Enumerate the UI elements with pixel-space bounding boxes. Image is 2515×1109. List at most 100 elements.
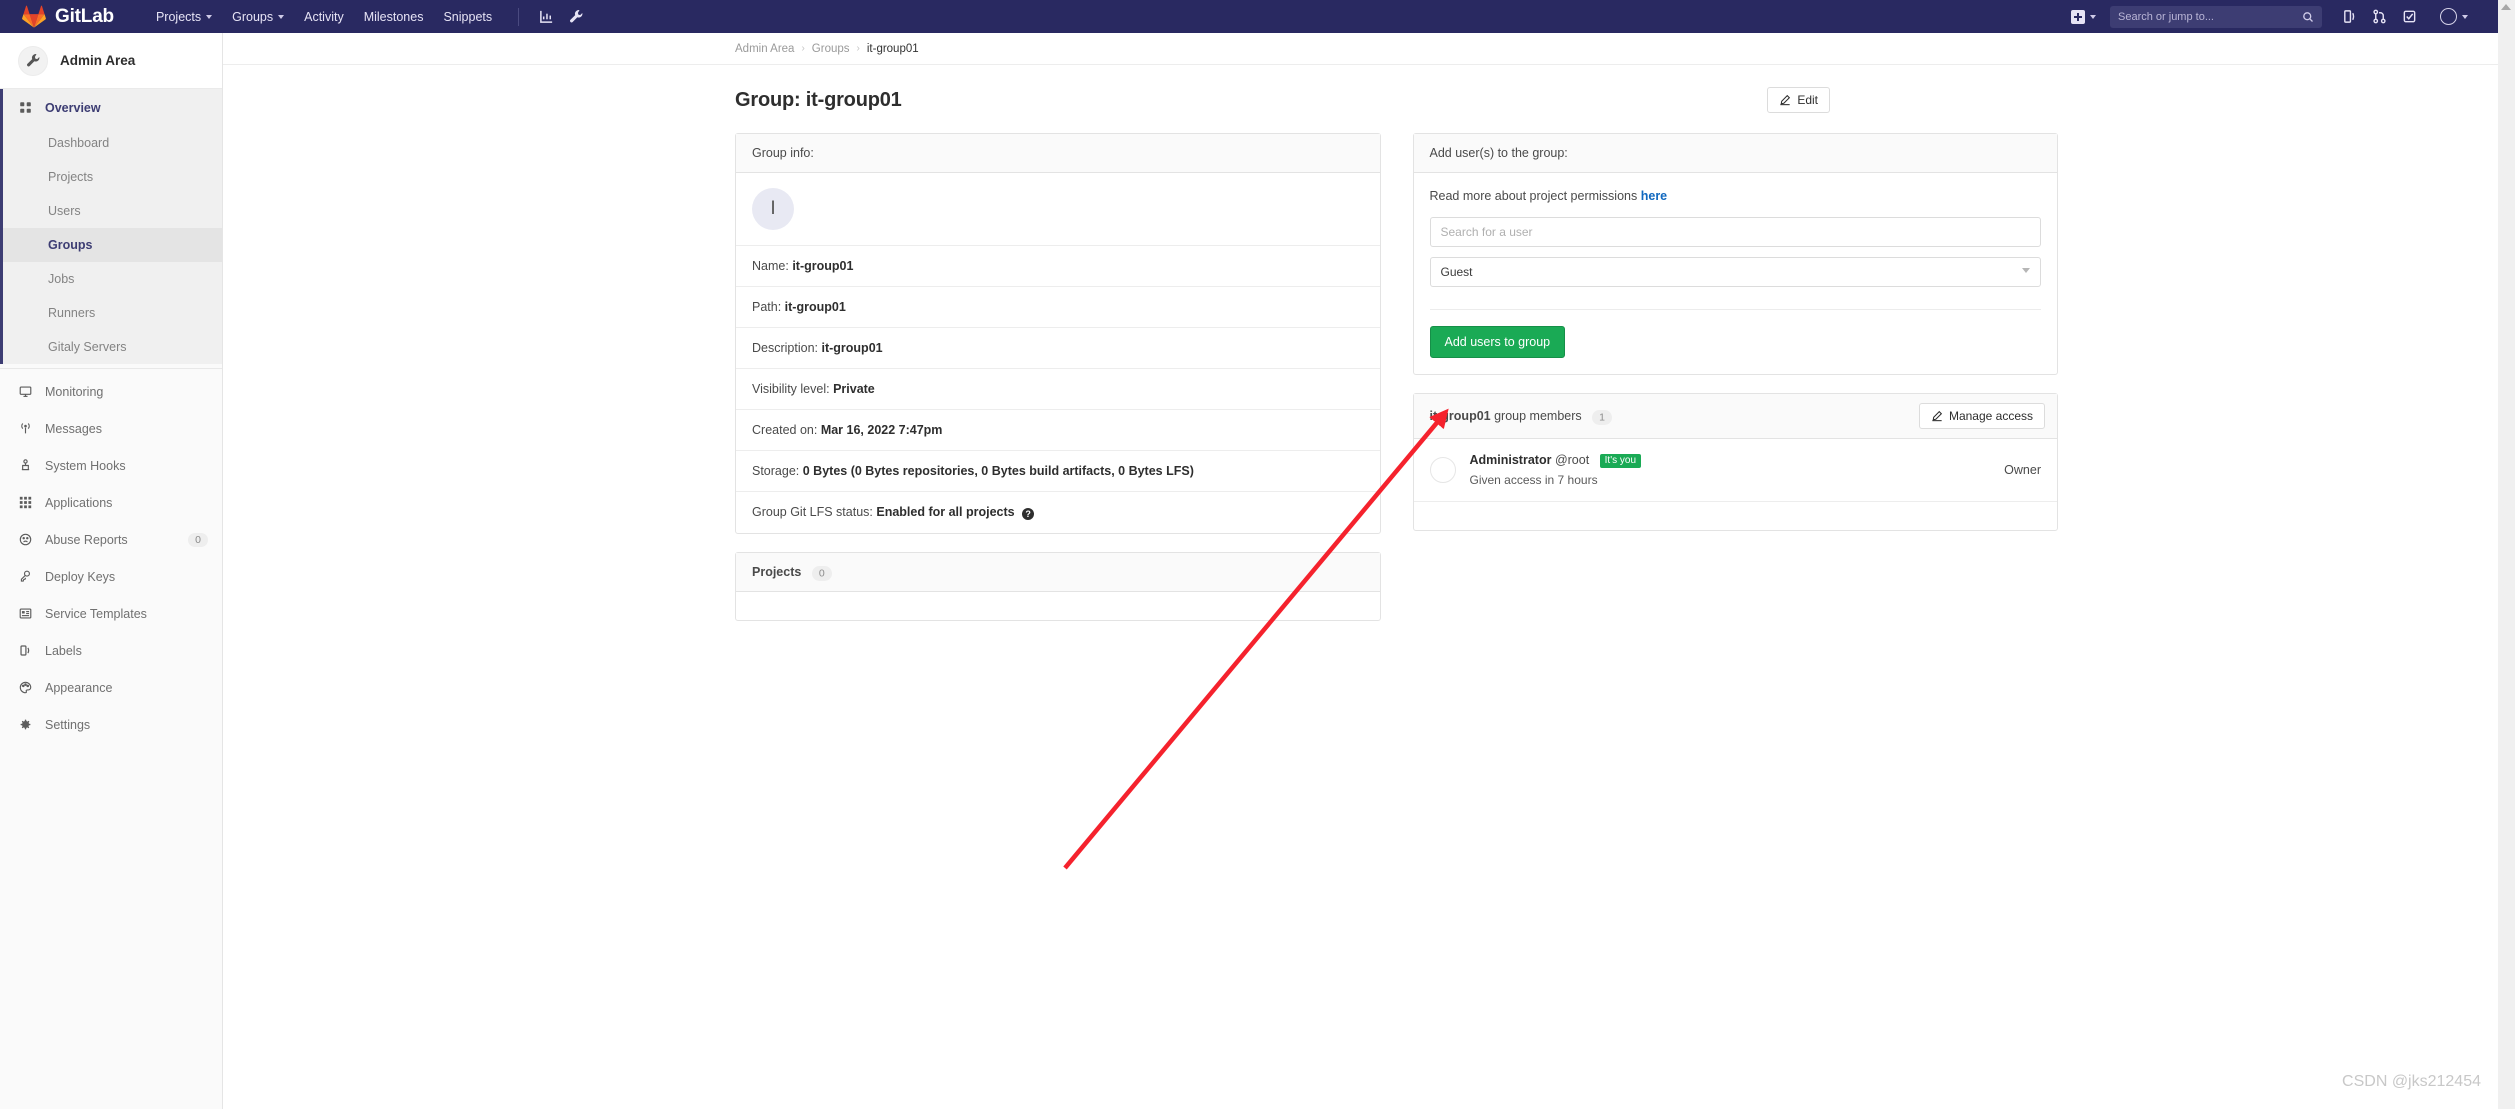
group-avatar-letter: I bbox=[770, 198, 775, 220]
sidebar-item-labels[interactable]: Labels bbox=[0, 632, 222, 669]
sidebar-item-users[interactable]: Users bbox=[3, 194, 222, 228]
edit-button[interactable]: Edit bbox=[1767, 87, 1830, 113]
sidebar-item-messages-label: Messages bbox=[45, 422, 102, 436]
labels-icon bbox=[18, 644, 33, 657]
group-info-card: Group info: I Name: it-group01 Path: it-… bbox=[735, 133, 1381, 534]
sidebar-item-jobs[interactable]: Jobs bbox=[3, 262, 222, 296]
content-columns: Group info: I Name: it-group01 Path: it-… bbox=[223, 133, 2498, 639]
chevron-down-icon bbox=[2090, 15, 2096, 19]
sidebar-item-deploy-keys[interactable]: Deploy Keys bbox=[0, 558, 222, 595]
brand-name: GitLab bbox=[55, 6, 114, 28]
permissions-help-link[interactable]: here bbox=[1641, 189, 1667, 203]
page-title: Group: it-group01 bbox=[735, 89, 902, 112]
palette-icon bbox=[18, 681, 33, 694]
member-role: Owner bbox=[2004, 463, 2041, 477]
avatar bbox=[2440, 8, 2457, 25]
user-menu[interactable] bbox=[2424, 4, 2476, 30]
group-members-card: it-group01 group members 1 Manage access bbox=[1413, 393, 2059, 531]
breadcrumb-current: it-group01 bbox=[867, 43, 919, 55]
sidebar-item-system-hooks[interactable]: System Hooks bbox=[0, 447, 222, 484]
sidebar-item-dashboard[interactable]: Dashboard bbox=[3, 126, 222, 160]
group-info-row-created: Created on: Mar 16, 2022 7:47pm bbox=[736, 410, 1380, 451]
chevron-down-icon bbox=[206, 15, 212, 19]
wrench-icon bbox=[18, 46, 48, 76]
access-level-select-wrap bbox=[1430, 257, 2042, 297]
sidebar-item-groups-label: Groups bbox=[48, 238, 92, 252]
nav-link-snippets-label: Snippets bbox=[443, 10, 492, 24]
sidebar-item-monitoring[interactable]: Monitoring bbox=[0, 373, 222, 410]
sidebar-item-service-templates[interactable]: Service Templates bbox=[0, 595, 222, 632]
group-info-card-header: Group info: bbox=[736, 134, 1380, 173]
gear-icon bbox=[18, 718, 33, 731]
sidebar-item-settings[interactable]: Settings bbox=[0, 706, 222, 743]
member-name: Administrator bbox=[1470, 453, 1552, 467]
search-input[interactable] bbox=[2118, 11, 2302, 23]
hook-icon bbox=[18, 459, 33, 472]
group-members-group-name: it-group01 bbox=[1430, 409, 1491, 423]
gitlab-tanuki-icon bbox=[22, 5, 46, 29]
page-header: Group: it-group01 Edit bbox=[223, 65, 2498, 133]
member-name-line: Administrator @root It's you bbox=[1470, 453, 2005, 468]
manage-access-button[interactable]: Manage access bbox=[1919, 403, 2045, 429]
page-scrollbar[interactable] bbox=[2498, 0, 2515, 1109]
add-users-to-group-label: Add users to group bbox=[1445, 335, 1551, 349]
sidebar-item-abuse-reports[interactable]: Abuse Reports 0 bbox=[0, 521, 222, 558]
nav-link-activity[interactable]: Activity bbox=[294, 4, 354, 30]
issues-icon[interactable] bbox=[2334, 4, 2364, 30]
breadcrumb-groups[interactable]: Groups bbox=[812, 43, 850, 55]
broadcast-icon bbox=[18, 422, 33, 435]
nav-link-activity-label: Activity bbox=[304, 10, 344, 24]
group-info-label-created: Created on: bbox=[752, 423, 817, 437]
sidebar-item-gitaly-servers[interactable]: Gitaly Servers bbox=[3, 330, 222, 364]
chart-icon[interactable] bbox=[531, 4, 561, 30]
projects-card: Projects 0 bbox=[735, 552, 1381, 621]
member-handle: @root bbox=[1555, 453, 1589, 467]
sidebar-item-overview[interactable]: Overview bbox=[3, 89, 222, 126]
access-level-select[interactable] bbox=[1430, 257, 2042, 287]
add-users-card-title: Add user(s) to the group: bbox=[1430, 146, 1568, 160]
breadcrumb-admin-area[interactable]: Admin Area bbox=[735, 43, 794, 55]
sidebar-header[interactable]: Admin Area bbox=[0, 33, 222, 89]
sidebar-group-overview: Overview Dashboard Projects Users Groups… bbox=[0, 89, 222, 364]
apps-icon bbox=[18, 496, 33, 509]
nav-link-projects-label: Projects bbox=[156, 10, 201, 24]
sidebar-divider bbox=[0, 368, 222, 369]
merge-request-icon[interactable] bbox=[2364, 4, 2394, 30]
group-info-label-name: Name: bbox=[752, 259, 789, 273]
nav-link-groups[interactable]: Groups bbox=[222, 4, 294, 30]
sidebar-item-service-templates-label: Service Templates bbox=[45, 607, 147, 621]
question-circle-icon[interactable]: ? bbox=[1022, 508, 1034, 520]
search-for-a-user-input[interactable] bbox=[1430, 217, 2042, 247]
permissions-help-text: Read more about project permissions bbox=[1430, 189, 1638, 203]
global-search[interactable] bbox=[2110, 6, 2322, 28]
nav-link-snippets[interactable]: Snippets bbox=[433, 4, 502, 30]
scroll-up-arrow-icon[interactable] bbox=[2501, 4, 2511, 10]
group-info-value-name: it-group01 bbox=[792, 259, 853, 273]
wrench-icon[interactable] bbox=[561, 4, 591, 30]
main-content: Admin Area › Groups › it-group01 Group: … bbox=[223, 33, 2498, 1109]
nav-link-milestones[interactable]: Milestones bbox=[354, 4, 434, 30]
group-info-row-path: Path: it-group01 bbox=[736, 287, 1380, 328]
chevron-down-icon bbox=[2462, 15, 2468, 19]
todos-icon[interactable] bbox=[2394, 4, 2424, 30]
add-users-card-header: Add user(s) to the group: bbox=[1414, 134, 2058, 173]
add-users-to-group-button[interactable]: Add users to group bbox=[1430, 326, 1566, 358]
sidebar-item-monitoring-label: Monitoring bbox=[45, 385, 103, 399]
navbar-divider bbox=[518, 8, 519, 26]
new-item-button[interactable] bbox=[2063, 4, 2104, 30]
sidebar-item-appearance[interactable]: Appearance bbox=[0, 669, 222, 706]
sidebar-item-projects[interactable]: Projects bbox=[3, 160, 222, 194]
sidebar-item-applications[interactable]: Applications bbox=[0, 484, 222, 521]
sidebar-item-applications-label: Applications bbox=[45, 496, 112, 510]
edit-button-label: Edit bbox=[1797, 93, 1818, 107]
group-info-label-storage: Storage: bbox=[752, 464, 799, 478]
sidebar-item-groups[interactable]: Groups bbox=[3, 228, 222, 262]
sidebar-item-messages[interactable]: Messages bbox=[0, 410, 222, 447]
group-info-label-description: Description: bbox=[752, 341, 818, 355]
pencil-square-icon bbox=[1779, 94, 1791, 106]
sidebar-item-runners[interactable]: Runners bbox=[3, 296, 222, 330]
sidebar-item-users-label: Users bbox=[48, 204, 81, 218]
right-column: Add user(s) to the group: Read more abou… bbox=[1413, 133, 2059, 549]
nav-link-projects[interactable]: Projects bbox=[146, 4, 222, 30]
gitlab-logo[interactable]: GitLab bbox=[22, 5, 114, 29]
